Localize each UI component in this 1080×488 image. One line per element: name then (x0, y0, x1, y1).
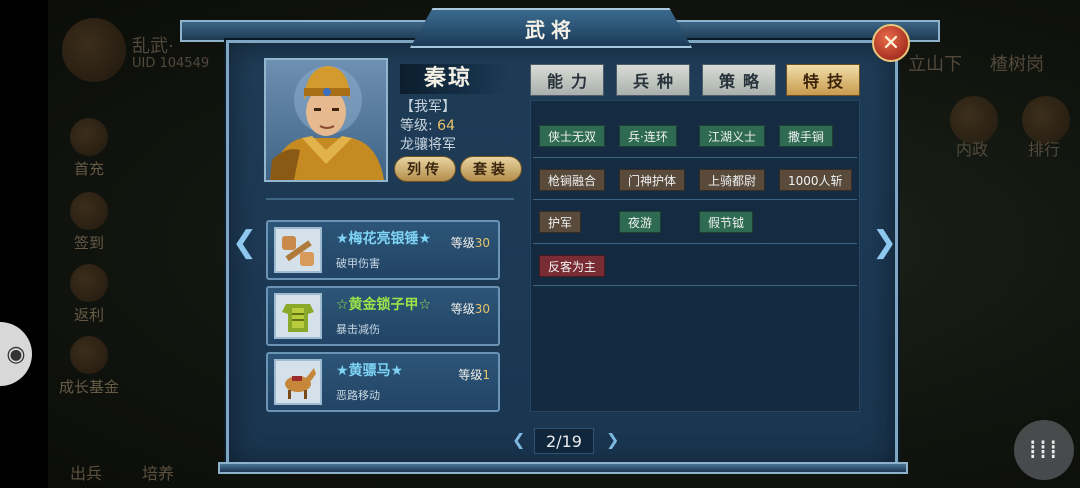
equip-name: ★黄骠马★ (336, 363, 404, 379)
skill-tag[interactable]: 撒手锏 (779, 125, 834, 147)
skill-tag[interactable]: 侠士无双 (539, 125, 606, 147)
equip-level: 等级30 (450, 236, 490, 250)
equipment-set-button[interactable]: 套装 (460, 156, 522, 182)
skill-tag[interactable]: 枪锏融合 (539, 169, 606, 191)
equip-desc: 恶路移动 (336, 389, 380, 402)
skills-panel: 侠士无双 兵·连环 江湖义士 撒手锏 枪锏融合 门神护体 上骑都尉 1000人斩… (530, 100, 860, 412)
hero-name: 秦琼 (400, 64, 510, 94)
hero-level: 等级: 64 (400, 118, 455, 134)
row-divider (533, 157, 857, 158)
next-hero-arrow-icon[interactable]: ❯ (872, 226, 897, 260)
hero-portrait-image (270, 66, 384, 180)
equip-desc: 暴击减伤 (336, 323, 380, 336)
skill-tag[interactable]: 假节钺 (699, 211, 754, 233)
hero-faction: 【我军】 (400, 99, 456, 115)
page-next-icon[interactable]: ❯ (606, 430, 619, 449)
equip-level: 等级30 (450, 302, 490, 316)
skill-tag[interactable]: 1000人斩 (779, 169, 852, 191)
skill-tag[interactable]: 夜游 (619, 211, 662, 233)
skill-tag[interactable]: 兵·连环 (619, 125, 677, 147)
hero-portrait (264, 58, 388, 182)
equip-slot-mount[interactable]: ★黄骠马★ 等级1 恶路移动 (266, 352, 500, 412)
skill-tag[interactable]: 反客为主 (539, 255, 606, 277)
row-divider (533, 285, 857, 286)
hero-rank: 龙骧将军 (400, 137, 456, 153)
skill-tag[interactable]: 上骑都尉 (699, 169, 766, 191)
tab-ability[interactable]: 能力 (530, 64, 604, 96)
menu-icon[interactable]: ⁞⁞⁞ (1014, 420, 1074, 480)
equip-name: ☆黄金锁子甲☆ (336, 297, 432, 313)
dialog-title: 武将 (525, 17, 577, 42)
divider (266, 198, 514, 200)
equip-level: 等级1 (458, 368, 490, 382)
yellow-horse-icon (274, 359, 322, 405)
tab-troop-type[interactable]: 兵种 (616, 64, 690, 96)
skill-tag[interactable]: 江湖义士 (699, 125, 766, 147)
equip-slot-weapon[interactable]: ★梅花亮银锤★ 等级30 破甲伤害 (266, 220, 500, 280)
equip-desc: 破甲伤害 (336, 257, 380, 270)
eye-toggle-icon[interactable]: ◉ (0, 322, 32, 386)
page-prev-icon[interactable]: ❮ (512, 430, 525, 449)
equip-name: ★梅花亮银锤★ (336, 231, 432, 247)
tab-special-skill[interactable]: 特技 (786, 64, 860, 96)
equip-slot-armor[interactable]: ☆黄金锁子甲☆ 等级30 暴击减伤 (266, 286, 500, 346)
dialog-bottom-frame (218, 462, 908, 474)
close-icon[interactable]: ✕ (872, 24, 910, 62)
row-divider (533, 199, 857, 200)
row-divider (533, 243, 857, 244)
page-indicator: 2/19 (534, 428, 594, 454)
hero-info: 【我军】 等级: 64 龙骧将军 (400, 98, 456, 155)
golden-armor-icon (274, 293, 322, 339)
prev-hero-arrow-icon[interactable]: ❮ (232, 226, 257, 260)
tab-strategy[interactable]: 策略 (702, 64, 776, 96)
biography-button[interactable]: 列传 (394, 156, 456, 182)
dialog-title-plate: 武将 (410, 8, 692, 48)
silver-hammer-icon (274, 227, 322, 273)
skill-tag[interactable]: 门神护体 (619, 169, 686, 191)
skill-tag[interactable]: 护军 (539, 211, 582, 233)
